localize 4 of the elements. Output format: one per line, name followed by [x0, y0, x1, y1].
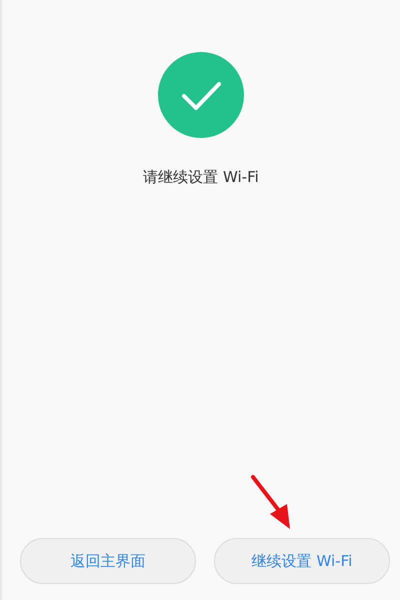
action-button[interactable]: 返回主界面 [20, 538, 196, 584]
status-message: 请继续设置 Wi-Fi [143, 168, 259, 187]
action-button[interactable]: 继续设置 Wi-Fi [214, 538, 390, 584]
check-icon [158, 52, 244, 138]
